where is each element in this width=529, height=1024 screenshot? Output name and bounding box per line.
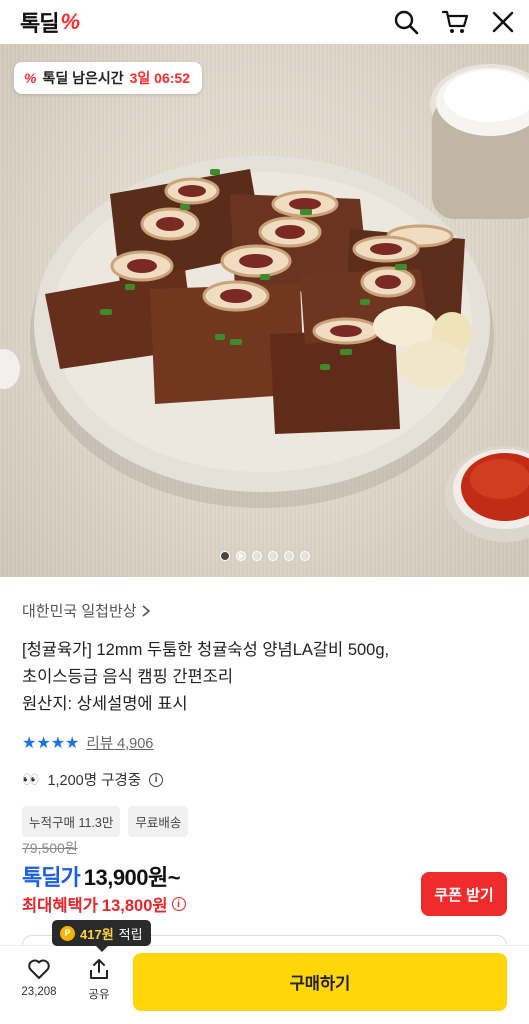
seller-link[interactable]: 대한민국 일첩반상 (22, 600, 512, 621)
viewing-text: 1,200명 구경중 (47, 773, 142, 789)
info-icon[interactable]: i (171, 897, 186, 911)
coupon-button[interactable]: 쿠폰 받기 (421, 872, 507, 916)
product-image-carousel[interactable]: % 톡딜 남은시간 3일 06:52 (0, 44, 529, 577)
search-icon[interactable] (393, 9, 419, 35)
seller-name: 대한민국 일첩반상 (22, 603, 137, 620)
close-icon[interactable] (491, 10, 515, 34)
original-price: 79,500원 (22, 840, 78, 856)
info-icon[interactable]: i (149, 772, 164, 787)
buy-button[interactable]: 구매하기 (133, 953, 507, 1011)
play-icon (238, 553, 244, 559)
timer-value: 3일 06:52 (129, 70, 190, 86)
logo-text: 톡딜 (20, 11, 59, 36)
viewing-count: 👀 1,200명 구경중 i (22, 769, 512, 790)
logo-mark: % (60, 9, 80, 34)
rating-stars: ★ ★ ★ ★ (22, 733, 79, 753)
origin-line: 원산지: 상세설명에 표시 (22, 695, 188, 713)
carousel-dot[interactable] (219, 551, 230, 561)
max-benefit-label: 최대혜택가 (22, 897, 98, 915)
timer-prefix: 톡딜 남은시간 (42, 70, 124, 86)
carousel-dot[interactable] (283, 551, 294, 561)
product-title: [청귤육가] 12mm 두툼한 청귤숙성 양념LA갈비 500g, 초이스등급 … (22, 637, 512, 718)
carousel-dot-video[interactable] (235, 551, 246, 561)
max-benefit-price: 13,800원 (101, 897, 168, 915)
talkdeal-mark-icon: % (24, 70, 37, 86)
deal-price: 13,900원~ (83, 865, 181, 890)
star-icon: ★ (36, 734, 50, 752)
cart-icon[interactable] (441, 9, 469, 35)
carousel-indicator (0, 551, 529, 561)
title-line: [청귤육가] 12mm 두툼한 청귤숙성 양념LA갈비 500g, (22, 641, 390, 659)
bottom-action-bar: 23,208 공유 구매하기 (0, 945, 529, 1024)
share-button[interactable]: 공유 (74, 958, 124, 1002)
coin-icon: P (60, 925, 75, 941)
top-header: 톡딜 % (0, 0, 529, 44)
tag-list: 누적구매 11.3만 무료배송 (22, 806, 512, 837)
star-icon: ★ (50, 734, 65, 752)
title-line: 초이스등급 음식 캠핑 간편조리 (22, 668, 234, 686)
share-icon (90, 959, 108, 979)
deal-price-row: 톡딜가 13,900원~ (22, 860, 181, 892)
review-link[interactable]: 리뷰 4,906 (86, 732, 153, 753)
like-button[interactable]: 23,208 (14, 958, 64, 998)
deal-label: 톡딜가 (22, 865, 81, 890)
points-tooltip: P 417원 적립 (52, 920, 151, 952)
heart-icon (28, 959, 50, 979)
points-suffix: 적립 (118, 926, 143, 942)
share-label: 공유 (88, 989, 110, 1001)
points-amount: 417원 (80, 926, 114, 942)
deal-timer-badge: % 톡딜 남은시간 3일 06:52 (14, 62, 202, 94)
tag-free-shipping: 무료배송 (128, 806, 189, 837)
star-icon: ★ (65, 734, 79, 752)
like-count: 23,208 (21, 986, 57, 998)
carousel-dot[interactable] (267, 551, 278, 561)
chevron-right-icon (142, 604, 150, 617)
carousel-dot[interactable] (299, 551, 310, 561)
eyes-icon: 👀 (22, 771, 40, 787)
star-icon: ★ (22, 734, 36, 752)
product-info: 대한민국 일첩반상 [청귤육가] 12mm 두툼한 청귤숙성 양념LA갈비 50… (22, 600, 512, 837)
talkdeal-logo[interactable]: 톡딜 % (20, 6, 80, 38)
carousel-dot[interactable] (251, 551, 262, 561)
max-benefit-row: 최대혜택가 13,800원 i (22, 892, 186, 916)
product-photo (0, 64, 529, 542)
tag-purchases: 누적구매 11.3만 (22, 806, 121, 837)
